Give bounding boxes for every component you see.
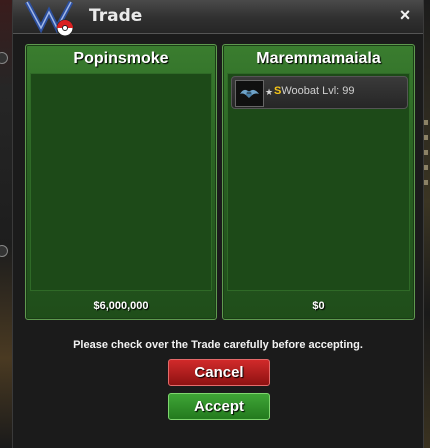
- background-pip: [0, 245, 8, 257]
- my-offer-panel: Popinsmoke $6,000,000: [25, 44, 217, 320]
- trade-notice: Please check over the Trade carefully be…: [73, 339, 363, 351]
- offer-item-area[interactable]: [30, 73, 212, 291]
- window-title: Trade: [89, 6, 143, 26]
- partner-offer-panel: Maremmamaiala ★ SWoobat Lvl: 99 $0: [222, 44, 415, 320]
- item-label: SWoobat Lvl: 99: [274, 85, 355, 97]
- item-name: Woobat Lvl: 99: [281, 85, 355, 97]
- accept-button[interactable]: Accept: [168, 393, 270, 420]
- offered-pokemon-item[interactable]: ★ SWoobat Lvl: 99: [231, 76, 408, 109]
- star-icon: ★: [265, 87, 274, 97]
- trade-window: Trade × Popinsmoke $6,000,000 Maremmamai…: [12, 0, 424, 448]
- money-offer[interactable]: $6,000,000: [26, 300, 216, 312]
- player-name: Popinsmoke: [73, 50, 169, 67]
- background-pip: [0, 52, 8, 64]
- cancel-button[interactable]: Cancel: [168, 359, 270, 386]
- close-icon[interactable]: ×: [395, 5, 415, 25]
- trade-logo-icon: [24, 0, 74, 37]
- player-name: Maremmamaiala: [256, 50, 381, 67]
- title-bar[interactable]: Trade ×: [13, 0, 423, 37]
- woobat-icon: [235, 80, 264, 107]
- money-offer: $0: [312, 300, 325, 312]
